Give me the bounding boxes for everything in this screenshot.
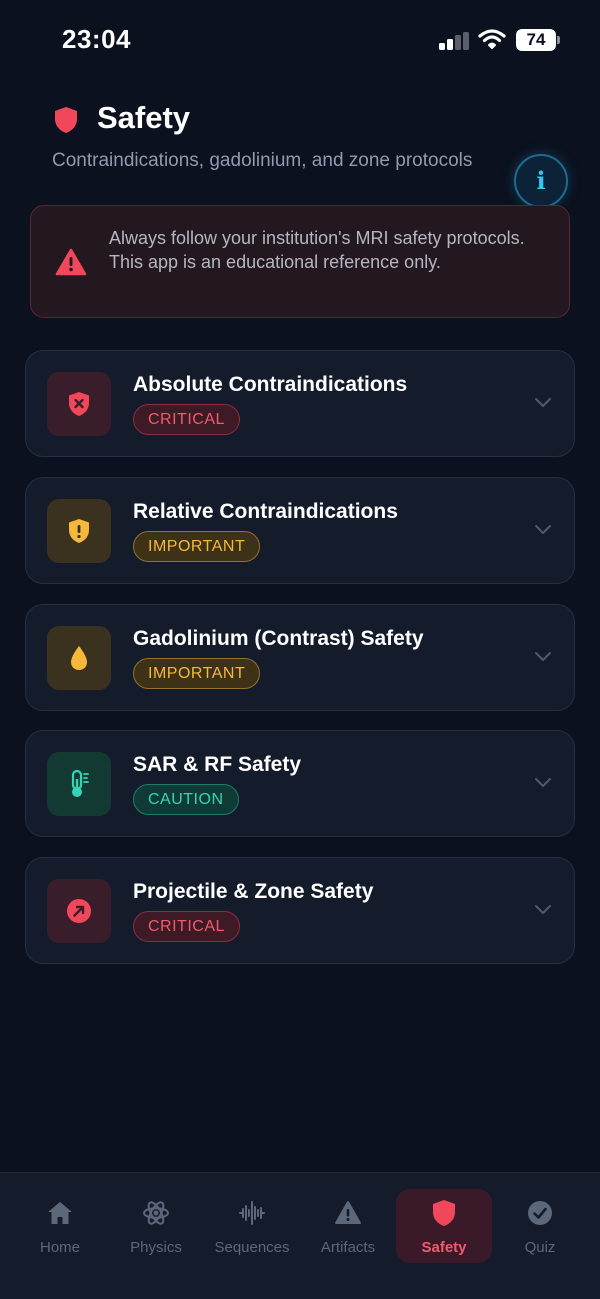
bottom-tab-bar: Home Physics Sequences Artifacts Safety … [0, 1172, 600, 1299]
battery-level: 74 [516, 29, 556, 51]
section-title: Relative Contraindications [133, 500, 398, 523]
severity-badge: CAUTION [133, 784, 239, 815]
home-icon [48, 1202, 72, 1224]
page-title: Safety [97, 100, 191, 135]
safety-screen: 23:04 74 Safety Contraindications, gadol… [0, 0, 600, 1299]
severity-badge: IMPORTANT [133, 531, 261, 562]
section-title: Gadolinium (Contrast) Safety [133, 627, 424, 650]
severity-badge: IMPORTANT [133, 658, 261, 689]
chevron-down-icon [535, 525, 551, 534]
section-card-absolute-contraindications[interactable]: Absolute Contraindications CRITICAL [25, 350, 575, 457]
thermometer-icon [47, 752, 111, 816]
chevron-down-icon [535, 905, 551, 914]
disclaimer-banner: Always follow your institution's MRI saf… [30, 205, 570, 318]
chevron-down-icon [535, 398, 551, 407]
status-bar: 23:04 74 [0, 0, 600, 80]
tab-home[interactable]: Home [12, 1189, 108, 1263]
section-card-relative-contraindications[interactable]: Relative Contraindications IMPORTANT [25, 477, 575, 584]
chevron-down-icon [535, 652, 551, 661]
wifi-icon [478, 29, 506, 49]
info-button[interactable]: i [514, 154, 568, 208]
status-time: 23:04 [62, 24, 131, 54]
tab-label: Physics [130, 1239, 182, 1256]
tab-label: Artifacts [320, 1239, 376, 1256]
section-title: Projectile & Zone Safety [133, 880, 374, 903]
check-circle-icon [528, 1201, 552, 1225]
cellular-signal-icon [439, 32, 469, 50]
section-card-projectile-zone-safety[interactable]: Projectile & Zone Safety CRITICAL [25, 857, 575, 964]
tab-label: Safety [421, 1239, 467, 1256]
section-title: Absolute Contraindications [133, 373, 408, 396]
page-subtitle: Contraindications, gadolinium, and zone … [52, 150, 473, 171]
tab-label: Quiz [524, 1239, 556, 1256]
severity-badge: CRITICAL [133, 911, 240, 942]
disclaimer-text: Always follow your institution's MRI saf… [109, 228, 525, 272]
tab-artifacts[interactable]: Artifacts [300, 1189, 396, 1263]
tab-label: Sequences [214, 1239, 290, 1256]
chevron-down-icon [535, 778, 551, 787]
atom-icon [143, 1201, 169, 1225]
shield-x-icon [47, 372, 111, 436]
warning-triangle-icon [55, 248, 87, 276]
tab-safety[interactable]: Safety [396, 1189, 492, 1263]
droplet-icon [47, 626, 111, 690]
tab-physics[interactable]: Physics [108, 1189, 204, 1263]
shield-icon [433, 1200, 455, 1226]
waveform-icon [239, 1201, 265, 1225]
tab-label: Home [39, 1239, 80, 1256]
battery-icon: 74 [516, 29, 560, 51]
section-card-sar-rf-safety[interactable]: SAR & RF Safety CAUTION [25, 730, 575, 837]
severity-badge: CRITICAL [133, 404, 240, 435]
section-title: SAR & RF Safety [133, 753, 302, 776]
arrow-up-right-circle-icon [47, 879, 111, 943]
section-card-gadolinium-safety[interactable]: Gadolinium (Contrast) Safety IMPORTANT [25, 604, 575, 711]
shield-alert-icon [47, 499, 111, 563]
tab-quiz[interactable]: Quiz [492, 1189, 588, 1263]
tab-sequences[interactable]: Sequences [204, 1189, 300, 1263]
warning-icon [335, 1201, 361, 1224]
page-header: Safety Contraindications, gadolinium, an… [0, 90, 600, 208]
shield-icon [55, 107, 77, 133]
